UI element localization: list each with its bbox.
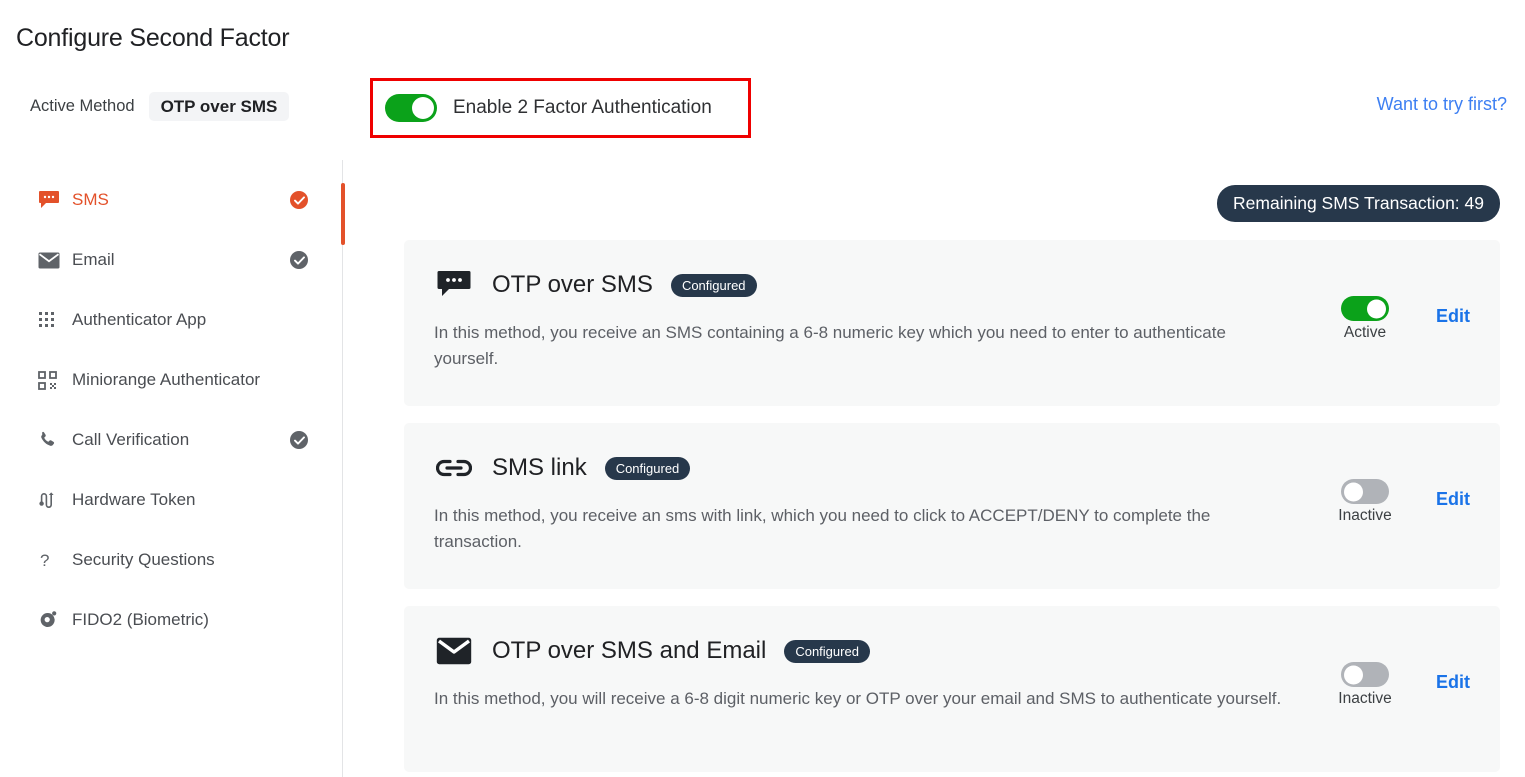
method-toggle[interactable] bbox=[1341, 662, 1389, 687]
sidebar-item-label: Security Questions bbox=[72, 550, 215, 569]
usb-token-icon bbox=[38, 491, 64, 510]
sidebar-item-email[interactable]: Email bbox=[0, 230, 342, 290]
card-toggle-group: Inactive bbox=[1330, 662, 1400, 708]
page-title: Configure Second Factor bbox=[16, 24, 290, 52]
card-actions: Inactive Edit bbox=[1330, 662, 1470, 708]
toggle-state-label: Active bbox=[1343, 324, 1387, 341]
sms-chat-icon bbox=[434, 268, 474, 302]
active-method-value: OTP over SMS bbox=[148, 92, 290, 121]
sidebar-item-security-questions[interactable]: ? Security Questions bbox=[0, 530, 342, 590]
configured-check-icon bbox=[290, 191, 308, 209]
edit-button[interactable]: Edit bbox=[1436, 672, 1470, 693]
edit-button[interactable]: Edit bbox=[1436, 489, 1470, 510]
link-chain-icon bbox=[434, 451, 474, 485]
card-header: SMS link Configured bbox=[434, 451, 1470, 485]
active-method-row: Active Method OTP over SMS bbox=[30, 92, 290, 121]
svg-text:?: ? bbox=[40, 551, 49, 570]
enable-2fa-highlight-box: Enable 2 Factor Authentication bbox=[370, 78, 751, 138]
card-actions: Active Edit bbox=[1330, 296, 1470, 342]
toggle-knob bbox=[412, 97, 434, 119]
configure-second-factor-page: Configure Second Factor Active Method OT… bbox=[0, 0, 1525, 777]
sidebar-item-label: Miniorange Authenticator bbox=[72, 370, 261, 389]
configured-check-icon bbox=[290, 251, 308, 269]
qr-code-icon bbox=[38, 370, 64, 390]
status-badge: Configured bbox=[784, 639, 870, 663]
active-method-label: Active Method bbox=[30, 97, 135, 115]
edit-button[interactable]: Edit bbox=[1436, 306, 1470, 327]
sidebar-item-label: Call Verification bbox=[72, 430, 190, 449]
sidebar-item-authenticator-app[interactable]: Authenticator App bbox=[0, 290, 342, 350]
sidebar-item-label: Email bbox=[72, 250, 115, 269]
sidebar-item-call-verification[interactable]: Call Verification bbox=[0, 410, 342, 470]
enable-2fa-label: Enable 2 Factor Authentication bbox=[453, 97, 712, 118]
status-badge: Configured bbox=[604, 456, 691, 480]
status-badge: Configured bbox=[670, 273, 757, 297]
remaining-sms-transaction-badge: Remaining SMS Transaction: 49 bbox=[1217, 185, 1500, 222]
sidebar-item-sms[interactable]: SMS bbox=[0, 170, 342, 230]
envelope-icon bbox=[434, 634, 474, 668]
card-toggle-group: Inactive bbox=[1330, 479, 1400, 525]
card-title: OTP over SMS bbox=[492, 271, 653, 298]
question-mark-icon: ? bbox=[38, 550, 64, 570]
card-description: In this method, you will receive a 6-8 d… bbox=[434, 689, 1282, 708]
card-title: SMS link bbox=[492, 454, 587, 481]
sidebar-item-label: Hardware Token bbox=[72, 490, 196, 509]
method-card-otp-over-sms-and-email: OTP over SMS and Email Configured In thi… bbox=[404, 606, 1500, 772]
envelope-icon bbox=[38, 252, 64, 269]
toggle-state-label: Inactive bbox=[1338, 507, 1392, 524]
fido-fingerprint-icon bbox=[38, 610, 64, 630]
method-toggle[interactable] bbox=[1341, 479, 1389, 504]
sidebar-item-label: FIDO2 (Biometric) bbox=[72, 610, 209, 629]
sidebar-item-hardware-token[interactable]: Hardware Token bbox=[0, 470, 342, 530]
method-card-otp-over-sms: OTP over SMS Configured In this method, … bbox=[404, 240, 1500, 406]
toggle-knob bbox=[1344, 482, 1363, 501]
card-header: OTP over SMS and Email Configured bbox=[434, 634, 1470, 668]
methods-content-area: Remaining SMS Transaction: 49 OTP over S… bbox=[343, 160, 1525, 777]
sidebar-item-miniorange-authenticator[interactable]: Miniorange Authenticator bbox=[0, 350, 342, 410]
phone-icon bbox=[38, 431, 64, 450]
toggle-state-label: Inactive bbox=[1338, 690, 1392, 707]
card-description: In this method, you receive an SMS conta… bbox=[434, 323, 1226, 369]
methods-sidebar: SMS Email Authenticator App Miniorange A… bbox=[0, 160, 343, 777]
grid-dots-icon bbox=[38, 311, 64, 329]
card-header: OTP over SMS Configured bbox=[434, 268, 1470, 302]
card-description: In this method, you receive an sms with … bbox=[434, 506, 1211, 552]
configured-check-icon bbox=[290, 431, 308, 449]
sidebar-item-label: SMS bbox=[72, 190, 109, 209]
card-actions: Inactive Edit bbox=[1330, 479, 1470, 525]
card-title: OTP over SMS and Email bbox=[492, 637, 767, 664]
card-toggle-group: Active bbox=[1330, 296, 1400, 342]
sidebar-item-fido2-biometric[interactable]: FIDO2 (Biometric) bbox=[0, 590, 342, 650]
method-toggle[interactable] bbox=[1341, 296, 1389, 321]
toggle-knob bbox=[1367, 299, 1386, 318]
sms-chat-icon bbox=[38, 190, 64, 210]
method-card-sms-link: SMS link Configured In this method, you … bbox=[404, 423, 1500, 589]
sidebar-item-label: Authenticator App bbox=[72, 310, 207, 329]
enable-2fa-toggle[interactable] bbox=[385, 94, 437, 122]
want-to-try-first-link[interactable]: Want to try first? bbox=[1377, 94, 1507, 115]
toggle-knob bbox=[1344, 665, 1363, 684]
method-card-list: OTP over SMS Configured In this method, … bbox=[404, 240, 1500, 772]
